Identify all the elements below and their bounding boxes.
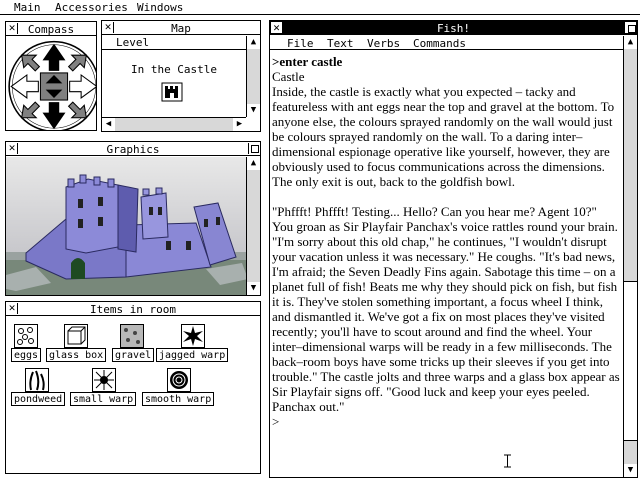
- scroll-left-icon[interactable]: ◀: [102, 118, 115, 131]
- fish-title: Fish!: [436, 22, 471, 35]
- text-cursor-icon: [504, 454, 511, 468]
- map-window: ✕ Map Level In the Castle ▲ ▼ ◀ ▶: [101, 20, 261, 132]
- item-small-warp[interactable]: small warp: [70, 368, 140, 408]
- item-label: pondweed: [11, 392, 66, 406]
- item-jagged-warp[interactable]: jagged warp: [156, 324, 230, 364]
- room-name: Castle: [272, 69, 305, 84]
- items-title-bar[interactable]: ✕ Items in room: [6, 302, 260, 316]
- jagged-warp-icon: [181, 324, 205, 348]
- castle-scene-image: [6, 157, 248, 295]
- entered-command: >enter castle: [272, 54, 343, 69]
- scroll-up-icon[interactable]: ▲: [247, 157, 260, 170]
- compass-rose[interactable]: [6, 37, 97, 131]
- story-message: "Phffft! Phffft! Testing... Hello? Can y…: [272, 204, 620, 414]
- scroll-thumb[interactable]: [624, 281, 637, 441]
- item-smooth-warp[interactable]: smooth warp: [142, 368, 218, 408]
- menu-windows[interactable]: Windows: [137, 1, 183, 14]
- fish-title-bar[interactable]: ✕ Fish!: [270, 21, 637, 35]
- map-vertical-scrollbar[interactable]: ▲ ▼: [246, 36, 260, 117]
- compass-title: Compass: [27, 23, 75, 36]
- map-title-bar[interactable]: ✕ Map: [102, 21, 260, 35]
- fullscreen-icon[interactable]: [248, 143, 259, 154]
- items-in-room-window: ✕ Items in room eggs glass box gravel ja…: [5, 301, 261, 474]
- menu-accessories[interactable]: Accessories: [55, 1, 128, 14]
- fullscreen-icon[interactable]: [625, 22, 636, 33]
- scroll-down-icon[interactable]: ▼: [247, 282, 260, 295]
- fish-vertical-scrollbar[interactable]: ▲ ▼: [623, 36, 637, 477]
- scroll-down-icon[interactable]: ▼: [624, 464, 637, 477]
- menu-main[interactable]: Main: [14, 1, 41, 14]
- menu-bar: Main Accessories Windows: [0, 0, 640, 15]
- castle-map-icon: [161, 82, 183, 102]
- fish-menu-bar: File Text Verbs Commands: [270, 36, 623, 50]
- item-label: eggs: [11, 348, 42, 362]
- compass-window: ✕ Compass: [5, 21, 97, 131]
- map-title: Map: [171, 22, 191, 35]
- scroll-down-icon[interactable]: ▼: [247, 104, 260, 117]
- item-label: small warp: [70, 392, 137, 406]
- items-title: Items in room: [89, 303, 177, 316]
- graphics-vertical-scrollbar[interactable]: ▲ ▼: [246, 157, 260, 295]
- scroll-up-icon[interactable]: ▲: [247, 36, 260, 49]
- item-eggs[interactable]: eggs: [11, 324, 47, 364]
- item-label: glass box: [46, 348, 107, 362]
- glass-box-icon: [64, 324, 88, 348]
- pondweed-icon: [25, 368, 49, 392]
- scroll-right-icon[interactable]: ▶: [233, 118, 246, 131]
- scroll-up-icon[interactable]: ▲: [624, 36, 637, 49]
- item-label: gravel: [112, 348, 155, 362]
- item-gravel[interactable]: gravel: [112, 324, 156, 364]
- menu-commands[interactable]: Commands: [413, 37, 466, 50]
- fish-window: ✕ Fish! File Text Verbs Commands >enter …: [269, 20, 638, 478]
- item-label: smooth warp: [142, 392, 215, 406]
- command-prompt[interactable]: >: [272, 414, 620, 429]
- room-description: Inside, the castle is exactly what you e…: [272, 84, 615, 189]
- menu-verbs[interactable]: Verbs: [367, 37, 400, 50]
- item-label: jagged warp: [156, 348, 229, 362]
- menu-file[interactable]: File: [287, 37, 314, 50]
- small-warp-icon: [92, 368, 116, 392]
- eggs-icon: [14, 324, 38, 348]
- map-level-label: Level: [102, 36, 246, 50]
- item-pondweed[interactable]: pondweed: [11, 368, 67, 408]
- graphics-window: ✕ Graphics ▲ ▼: [5, 141, 261, 296]
- menu-text[interactable]: Text: [327, 37, 354, 50]
- map-horizontal-scrollbar[interactable]: ◀ ▶: [102, 117, 246, 131]
- gravel-icon: [120, 324, 144, 348]
- game-transcript[interactable]: >enter castle Castle Inside, the castle …: [272, 54, 620, 477]
- item-glass-box[interactable]: glass box: [46, 324, 108, 364]
- map-location-name: In the Castle: [130, 63, 218, 76]
- graphics-title: Graphics: [106, 143, 160, 156]
- graphics-title-bar[interactable]: ✕ Graphics: [6, 142, 260, 156]
- smooth-warp-icon: [167, 368, 191, 392]
- compass-title-bar[interactable]: ✕ Compass: [6, 22, 96, 36]
